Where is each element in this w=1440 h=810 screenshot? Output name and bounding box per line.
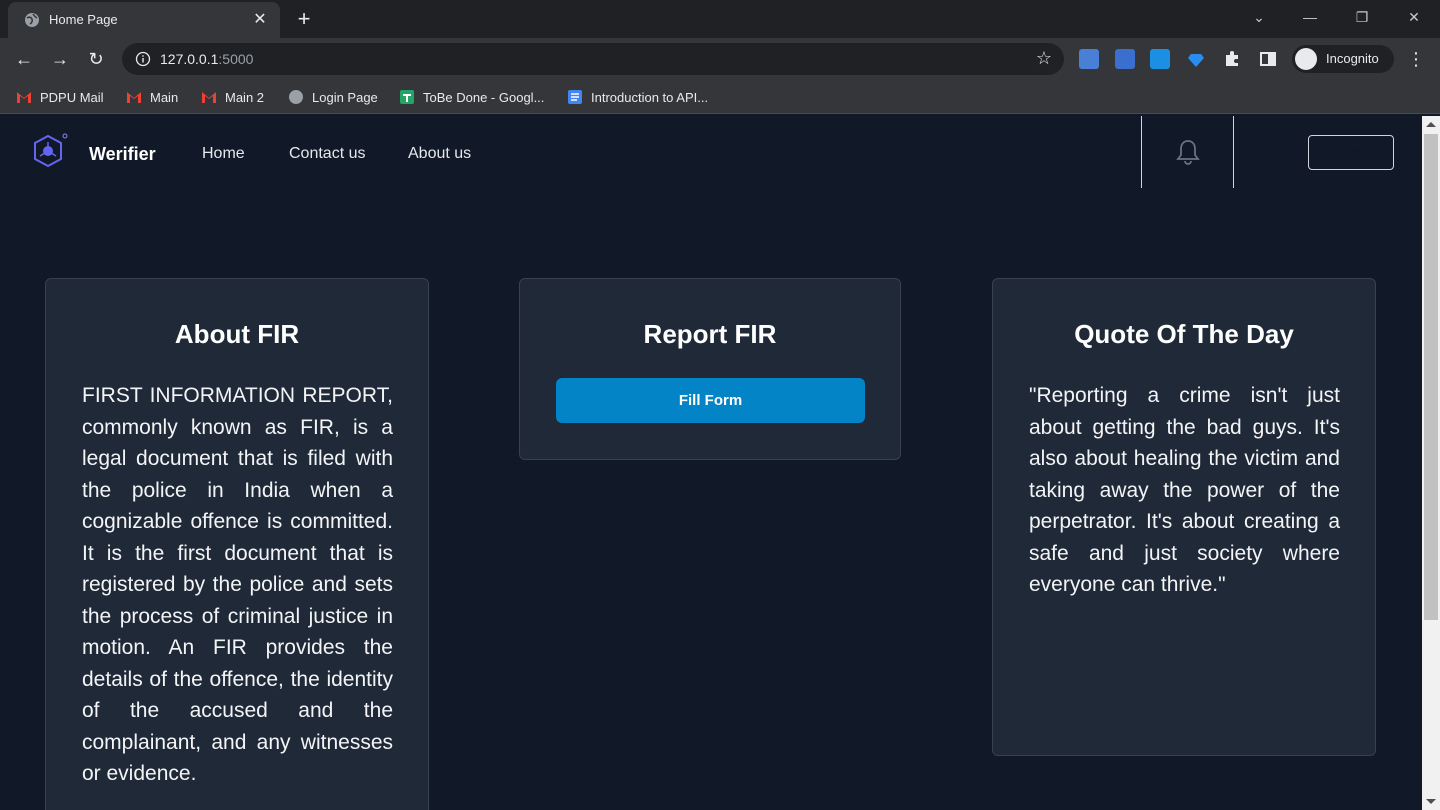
gmail-icon: [202, 92, 216, 103]
werifier-logo-icon: [34, 133, 68, 168]
about-fir-card: About FIR FIRST INFORMATION REPORT, comm…: [45, 278, 429, 810]
bookmark-label: PDPU Mail: [40, 89, 104, 105]
bookmark-label: ToBe Done - Googl...: [423, 89, 545, 105]
docs-icon: [568, 90, 582, 104]
bookmark-label: Introduction to API...: [591, 89, 709, 105]
browser-toolbar: ← → ↻ 127.0.0.1:5000 ☆ Incognito ⋮: [0, 38, 1440, 80]
gmail-icon: [17, 92, 31, 103]
incognito-icon: [1295, 48, 1317, 70]
close-tab-icon[interactable]: ✕: [250, 10, 270, 30]
site-info-icon[interactable]: [135, 51, 151, 67]
shield-extension-icon[interactable]: [1115, 49, 1135, 69]
window-close-icon[interactable]: ✕: [1400, 6, 1428, 30]
bookmark-item[interactable]: Login Page: [288, 86, 378, 108]
side-panel-icon[interactable]: [1258, 49, 1278, 69]
url-host: 127.0.0.1: [160, 51, 219, 67]
extensions-puzzle-icon[interactable]: [1222, 49, 1242, 69]
restore-icon[interactable]: ❐: [1348, 6, 1376, 30]
url-port: :5000: [218, 51, 254, 67]
quote-title: Quote Of The Day: [1074, 319, 1294, 349]
back-icon[interactable]: ←: [12, 47, 36, 71]
sheets-icon: [400, 90, 414, 104]
reload-icon[interactable]: ↻: [84, 47, 108, 71]
quote-card: Quote Of The Day "Reporting a crime isn'…: [992, 278, 1376, 756]
about-fir-text: FIRST INFORMATION REPORT, commonly known…: [82, 384, 393, 785]
scroll-up-icon[interactable]: [1426, 122, 1436, 127]
gem-extension-icon[interactable]: [1186, 49, 1206, 69]
fill-form-button[interactable]: Fill Form: [556, 378, 865, 423]
report-fir-title: Report FIR: [643, 319, 777, 349]
bookmark-label: Login Page: [312, 89, 378, 105]
bookmark-item[interactable]: Introduction to API...: [567, 86, 708, 108]
bookmark-label: Main 2: [225, 89, 265, 105]
about-fir-title: About FIR: [174, 319, 300, 349]
scroll-down-icon[interactable]: [1426, 799, 1436, 804]
gmail-icon: [127, 92, 141, 103]
nav-link-contact[interactable]: Contact us: [289, 145, 365, 163]
brand-name[interactable]: Werifier: [89, 144, 156, 165]
nav-link-about[interactable]: About us: [408, 145, 471, 163]
bookmark-item[interactable]: PDPU Mail: [16, 86, 104, 108]
quote-text: "Reporting a crime isn't just about gett…: [1029, 384, 1340, 596]
sign-in-button[interactable]: Sign in: [1308, 135, 1394, 170]
notifications-button[interactable]: [1141, 116, 1234, 188]
translate-extension-icon[interactable]: [1079, 49, 1099, 69]
forward-icon[interactable]: →: [48, 47, 72, 71]
incognito-label: Incognito: [1326, 51, 1379, 66]
bookmarks-bar: PDPU Mail Main Main 2 Login Page ToBe Do…: [0, 80, 1440, 114]
bell-icon: [1176, 140, 1200, 165]
nav-link-home[interactable]: Home: [202, 145, 245, 163]
url-text: 127.0.0.1:5000: [160, 51, 253, 67]
new-tab-button[interactable]: +: [292, 8, 316, 32]
minimize-icon[interactable]: —: [1296, 6, 1324, 30]
globe-icon: [25, 13, 39, 27]
scroll-thumb[interactable]: [1424, 134, 1438, 620]
web-page: Werifier Home Contact us About us Sign i…: [0, 116, 1422, 810]
browser-tab-bar: Home Page ✕ + ⌄ — ❐ ✕: [0, 0, 1440, 38]
tab-title: Home Page: [49, 12, 118, 27]
bookmark-label: Main: [150, 89, 179, 105]
s-extension-icon[interactable]: [1150, 49, 1170, 69]
browser-menu-icon[interactable]: ⋮: [1406, 47, 1426, 71]
page-scrollbar[interactable]: [1422, 116, 1440, 810]
address-bar[interactable]: 127.0.0.1:5000 ☆: [122, 43, 1064, 75]
bookmark-item[interactable]: Main: [126, 86, 178, 108]
browser-tab[interactable]: Home Page ✕: [8, 2, 280, 38]
globe-icon: [289, 90, 303, 104]
tab-search-icon[interactable]: ⌄: [1245, 6, 1273, 30]
report-fir-card: Report FIR Fill Form: [519, 278, 901, 460]
bookmark-item[interactable]: Main 2: [201, 86, 264, 108]
incognito-badge[interactable]: Incognito: [1292, 45, 1394, 73]
bookmark-star-icon[interactable]: ☆: [1036, 48, 1052, 69]
bookmark-item[interactable]: ToBe Done - Googl...: [399, 86, 544, 108]
